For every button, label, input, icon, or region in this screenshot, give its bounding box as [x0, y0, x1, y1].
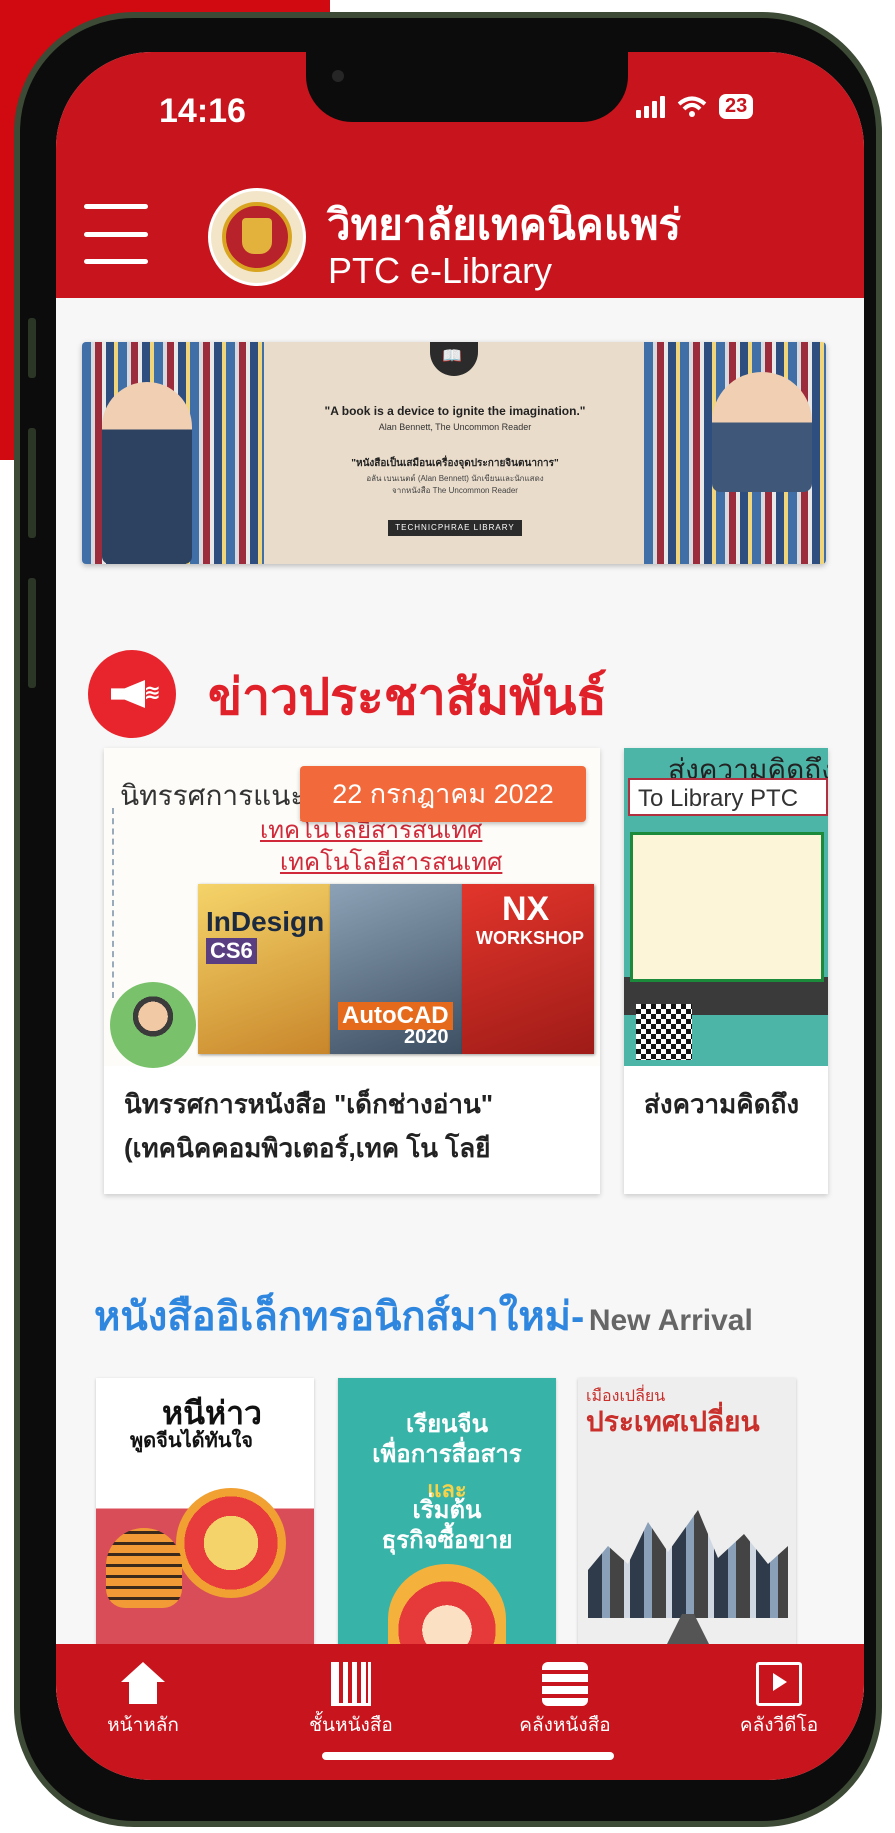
lion-dance-illustration [176, 1488, 286, 1598]
logo-emblem [222, 202, 292, 272]
volume-up-button [28, 428, 36, 538]
tab-label: คลังหนังสือ [519, 1715, 611, 1736]
banner-tag: TECHNICPHRAE LIBRARY [388, 520, 522, 536]
menu-button[interactable] [84, 204, 148, 264]
book-stack-icon [542, 1662, 588, 1706]
ebook-subtitle: พูดจีนได้ทันใจ [130, 1430, 253, 1452]
ebook-title-line: เริ่มต้น ธุรกิจซื้อขาย [381, 1497, 513, 1554]
new-arrival-heading-en: New Arrival [588, 1304, 753, 1337]
tab-home[interactable]: หน้าหลัก [68, 1662, 218, 1740]
book-tag: 2020 [404, 1026, 449, 1048]
news-section-title: ข่าวประชาสัมพันธ์ [208, 669, 607, 725]
ebook-cover[interactable]: เรียนจีน เพื่อการสื่อสาร และ เริ่มต้น ธุ… [338, 1378, 556, 1662]
banner-quote-author: Alan Bennett, The Uncommon Reader [378, 422, 532, 432]
mute-switch [28, 318, 36, 378]
ebook-cover[interactable]: หนีห่าว พูดจีนได้ทันใจ [96, 1378, 314, 1662]
home-indicator[interactable] [322, 1752, 614, 1760]
library-banner[interactable]: "A book is a device to ignite the imagin… [82, 342, 826, 564]
doodle-illustration [112, 808, 194, 998]
news-title: ส่งความคิดถึง [644, 1082, 828, 1126]
news-card[interactable]: ส่งความคิดถึง To Library PTC ส่งความคิดถ… [624, 748, 828, 1194]
banner-quote-th-source: จากหนังสือ The Uncommon Reader [392, 486, 518, 495]
volume-down-button [28, 578, 36, 688]
app-subtitle: PTC e-Library [328, 250, 553, 291]
home-icon [121, 1662, 165, 1706]
open-book-icon [430, 342, 478, 376]
tab-library[interactable]: คลังหนังสือ [490, 1662, 640, 1740]
menu-line [84, 259, 148, 264]
student-photo [102, 382, 192, 564]
date-badge: 22 กรกฎาคม 2022 [300, 766, 586, 822]
book-tag: CS6 [206, 938, 257, 964]
camera [332, 70, 344, 82]
tab-label: ชั้นหนังสือ [309, 1715, 393, 1736]
book-tag: WORKSHOP [476, 928, 584, 948]
status-time: 14:16 [159, 92, 246, 130]
notch [306, 52, 628, 122]
tab-video[interactable]: คลังวีดีโอ [704, 1662, 854, 1740]
city-illustration [588, 1510, 788, 1618]
book-cover: NX WORKSHOP [462, 884, 594, 1054]
status-icons: 23 [636, 94, 754, 119]
ebook-cover[interactable]: เมืองเปลี่ยน ประเทศเปลี่ยน [578, 1378, 796, 1662]
ebook-title: ประเทศเปลี่ยน [586, 1406, 760, 1437]
bookshelf-icon [331, 1662, 371, 1706]
app-header: 14:16 23 วิทยาลัยเทคนิคแพร่ PTC e-Librar… [56, 52, 864, 298]
news-title-line: นิทรรศการหนังสือ "เด็กช่างอ่าน" [124, 1089, 494, 1119]
book-cover: InDesign CS6 [198, 884, 330, 1054]
tab-label: คลังวีดีโอ [739, 1715, 819, 1736]
news-image: ส่งความคิดถึง To Library PTC [624, 748, 828, 1066]
news-title-line: ส่งความคิดถึง [644, 1089, 800, 1119]
news-image-panel [630, 832, 824, 982]
app-screen: 14:16 23 วิทยาลัยเทคนิคแพร่ PTC e-Librar… [56, 52, 864, 1780]
book-title: NX [502, 890, 550, 928]
new-arrival-heading-th: หนังสืออิเล็กทรอนิกส์มาใหม่- [94, 1295, 585, 1339]
college-logo [208, 188, 306, 286]
news-image-subheading: เทคโนโลยีสารสนเทศ [280, 849, 503, 876]
tab-bookshelf[interactable]: ชั้นหนังสือ [276, 1662, 426, 1740]
app-title: วิทยาลัยเทคนิคแพร่ [327, 201, 682, 248]
main-content: "A book is a device to ignite the imagin… [56, 298, 864, 1710]
news-title-line: (เทคนิคคอมพิวเตอร์,เทค โน โลยี [124, 1133, 491, 1163]
wifi-icon [677, 96, 707, 117]
tab-label: หน้าหลัก [107, 1715, 179, 1736]
megaphone-shape [111, 680, 145, 708]
ebook-title: เรียนจีน เพื่อการสื่อสาร [372, 1411, 522, 1468]
news-title: นิทรรศการหนังสือ "เด็กช่างอ่าน" (เทคนิคค… [124, 1082, 584, 1170]
menu-line [84, 204, 148, 209]
new-arrival-heading: หนังสืออิเล็กทรอนิกส์มาใหม่- New Arrival [94, 1284, 753, 1348]
battery-icon: 23 [719, 94, 754, 119]
signal-icon [636, 95, 665, 118]
sound-waves: ≋ [144, 682, 161, 704]
menu-line [84, 231, 148, 237]
banner-quote-th: "หนังสือเป็นเสมือนเครื่องจุดประกายจินตนา… [351, 458, 559, 469]
news-card[interactable]: นิทรรศการแนะน เทคโนโลยีสารสนเทศ เทคโนโลย… [104, 748, 600, 1194]
news-image: นิทรรศการแนะน เทคโนโลยีสารสนเทศ เทคโนโลย… [104, 748, 600, 1068]
banner-quote-en: "A book is a device to ignite the imagin… [324, 404, 586, 418]
tiger-illustration [106, 1528, 182, 1608]
book-title: InDesign [206, 906, 325, 937]
news-image-banner: To Library PTC [628, 778, 828, 816]
student-photo [712, 372, 812, 492]
megaphone-icon: ≋ [88, 650, 176, 738]
book-cover: AutoCAD 2020 [330, 884, 462, 1054]
video-icon [756, 1662, 802, 1706]
avatar [110, 982, 196, 1068]
qr-code [636, 1004, 692, 1060]
